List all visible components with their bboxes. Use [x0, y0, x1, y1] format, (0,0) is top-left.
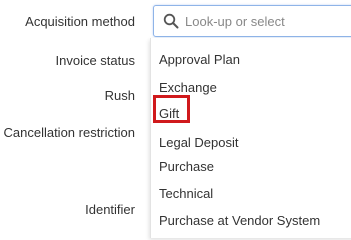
invoice-status-label: Invoice status — [55, 53, 136, 68]
option-purchase[interactable]: Purchase — [159, 159, 214, 175]
search-icon — [163, 13, 179, 29]
option-approval-plan[interactable]: Approval Plan — [159, 52, 240, 68]
search-input[interactable] — [185, 13, 345, 29]
cancellation-restriction-label: Cancellation restriction — [3, 125, 135, 140]
gift-highlight-box — [153, 95, 190, 123]
option-technical[interactable]: Technical — [159, 186, 213, 202]
option-exchange[interactable]: Exchange — [159, 80, 217, 96]
option-purchase-at-vendor-system[interactable]: Purchase at Vendor System — [159, 213, 320, 229]
rush-label: Rush — [104, 88, 135, 103]
acquisition-method-label: Acquisition method — [25, 14, 135, 29]
acquisition-method-select[interactable] — [153, 5, 351, 37]
option-legal-deposit[interactable]: Legal Deposit — [159, 135, 239, 151]
form-labels: Acquisition method Invoice status Rush C… — [0, 0, 140, 231]
acquisition-method-dropdown: Approval Plan Exchange Gift Legal Deposi… — [150, 38, 351, 238]
identifier-label: Identifier — [85, 202, 135, 217]
